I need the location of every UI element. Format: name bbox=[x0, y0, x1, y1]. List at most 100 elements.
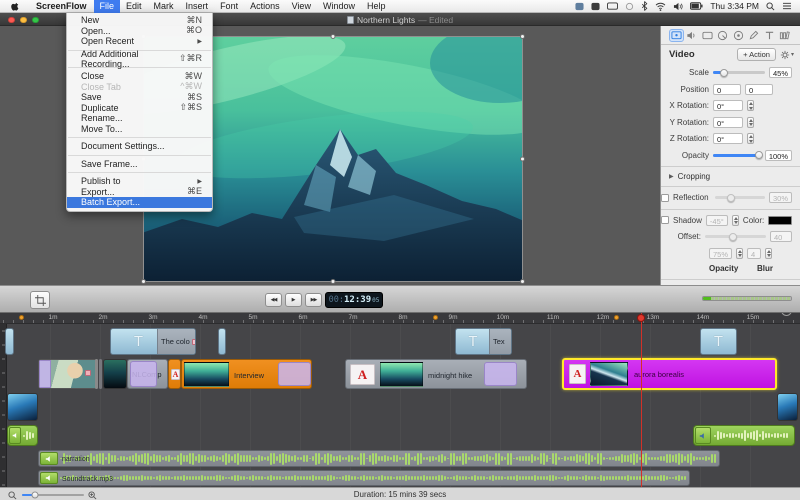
selection-handle[interactable] bbox=[520, 34, 525, 39]
selection-handle[interactable] bbox=[520, 157, 525, 162]
audio-clip-narration[interactable]: narration bbox=[38, 450, 720, 467]
reflection-value-field[interactable]: 30% bbox=[769, 192, 792, 203]
menu-item-save-frame[interactable]: Save Frame... bbox=[67, 159, 212, 170]
fast-forward-button[interactable]: ▶▶ bbox=[305, 293, 322, 307]
shadow-blur-field[interactable]: 4 bbox=[747, 248, 761, 259]
offset-value-field[interactable]: 40 bbox=[770, 231, 792, 242]
menu-font[interactable]: Font bbox=[214, 0, 244, 13]
rewind-button[interactable]: ◀◀ bbox=[265, 293, 282, 307]
menu-help[interactable]: Help bbox=[361, 0, 392, 13]
text-clip-the-colors[interactable]: T The colo bbox=[110, 328, 196, 355]
timeline-marker-icon[interactable] bbox=[614, 315, 619, 320]
tab-callout[interactable] bbox=[715, 29, 730, 42]
battery-menu-icon[interactable] bbox=[690, 2, 703, 10]
menu-item-document-settings[interactable]: Document Settings... bbox=[67, 141, 212, 152]
z-rotation-stepper[interactable] bbox=[747, 133, 754, 144]
menu-item-save[interactable]: Save⌘S bbox=[67, 92, 212, 103]
bluetooth-menu-icon[interactable] bbox=[641, 1, 648, 11]
video-clip-nlcomp[interactable]: NLComp bbox=[127, 359, 168, 389]
selection-handle[interactable] bbox=[331, 279, 336, 284]
menu-item-new[interactable]: New⌘N bbox=[67, 15, 212, 26]
menu-item-export[interactable]: Export...⌘E bbox=[67, 187, 212, 198]
shadow-color-swatch[interactable] bbox=[768, 216, 792, 225]
tab-audio[interactable] bbox=[684, 29, 699, 42]
playhead[interactable] bbox=[641, 313, 642, 487]
menu-item-open[interactable]: Open...⌘O bbox=[67, 26, 212, 37]
timeline[interactable]: 1m2m3m4m5m6m7m8m9m10m11m12m13m14m15m T T… bbox=[0, 313, 800, 487]
x-rotation-field[interactable]: 0° bbox=[713, 100, 743, 111]
menu-item-batch-export[interactable]: Batch Export... bbox=[67, 197, 212, 208]
text-clip-sliver[interactable] bbox=[5, 328, 14, 355]
menu-file[interactable]: File bbox=[94, 0, 121, 13]
shadow-opacity-stepper[interactable] bbox=[736, 248, 743, 259]
text-clip-sliver[interactable] bbox=[218, 328, 226, 355]
video-clip-blue-aurora[interactable] bbox=[7, 393, 38, 421]
clip-sliver[interactable] bbox=[99, 359, 102, 389]
shadow-opacity-field[interactable]: 75% bbox=[709, 248, 732, 259]
scale-slider[interactable] bbox=[713, 71, 765, 74]
opacity-slider[interactable] bbox=[713, 154, 761, 157]
tab-touch-callout[interactable] bbox=[731, 29, 746, 42]
menu-edit[interactable]: Edit bbox=[120, 0, 148, 13]
transition-overlay[interactable] bbox=[130, 361, 157, 387]
video-clip-midnight-hike[interactable]: A midnight hike bbox=[345, 359, 527, 389]
shadow-angle-stepper[interactable] bbox=[732, 215, 739, 226]
clip-sliver[interactable] bbox=[95, 359, 98, 389]
menu-item-rename[interactable]: Rename... bbox=[67, 113, 212, 124]
video-clip-blue-aurora[interactable] bbox=[777, 393, 798, 421]
video-clip-person[interactable] bbox=[38, 359, 98, 389]
video-clip-annotation[interactable]: A bbox=[168, 359, 181, 389]
menu-mark[interactable]: Mark bbox=[148, 0, 180, 13]
y-rotation-stepper[interactable] bbox=[747, 117, 754, 128]
y-rotation-field[interactable]: 0° bbox=[713, 117, 743, 128]
volume-menu-icon[interactable] bbox=[673, 2, 683, 11]
menu-actions[interactable]: Actions bbox=[244, 0, 286, 13]
menu-insert[interactable]: Insert bbox=[180, 0, 215, 13]
add-action-button[interactable]: + Action bbox=[737, 48, 776, 61]
menu-item-add-additional-recording[interactable]: Add Additional Recording...⇧⌘R bbox=[67, 54, 212, 65]
app-menu-screenflow[interactable]: ScreenFlow bbox=[29, 0, 94, 13]
text-clip[interactable]: T bbox=[700, 328, 737, 355]
timeline-marker-icon[interactable] bbox=[433, 315, 438, 320]
cropping-disclosure[interactable]: ▶ Cropping bbox=[661, 172, 800, 181]
video-clip-aurora-borealis-selected[interactable]: A aurora borealis bbox=[562, 358, 777, 390]
shadow-checkbox[interactable] bbox=[661, 216, 669, 224]
offset-slider[interactable] bbox=[705, 235, 766, 238]
menu-item-open-recent[interactable]: Open Recent▶ bbox=[67, 36, 212, 47]
menu-item-duplicate[interactable]: Duplicate⇧⌘S bbox=[67, 103, 212, 114]
opacity-value-field[interactable]: 100% bbox=[765, 150, 792, 161]
menu-item-close[interactable]: Close⌘W bbox=[67, 71, 212, 82]
menu-view[interactable]: View bbox=[286, 0, 317, 13]
menu-item-publish-to[interactable]: Publish to▶ bbox=[67, 176, 212, 187]
tab-screen-recording[interactable] bbox=[700, 29, 715, 42]
wifi-menu-icon[interactable] bbox=[655, 2, 666, 11]
inspector-gear-menu[interactable]: ▾ bbox=[780, 50, 794, 60]
tab-annotations[interactable] bbox=[746, 29, 761, 42]
play-button[interactable]: ▶ bbox=[285, 293, 302, 307]
z-rotation-field[interactable]: 0° bbox=[713, 133, 743, 144]
spotlight-icon[interactable] bbox=[766, 2, 775, 11]
menu-window[interactable]: Window bbox=[317, 0, 361, 13]
selection-handle[interactable] bbox=[331, 34, 336, 39]
position-x-field[interactable]: 0 bbox=[713, 84, 741, 95]
x-rotation-stepper[interactable] bbox=[747, 100, 754, 111]
audio-clip-small[interactable] bbox=[7, 425, 38, 446]
audio-clip-soundtrack[interactable]: Soundtrack.mp3 bbox=[38, 470, 690, 486]
scale-value-field[interactable]: 45% bbox=[769, 67, 792, 78]
shadow-blur-stepper[interactable] bbox=[765, 248, 772, 259]
shadow-angle-field[interactable]: -45° bbox=[706, 215, 728, 226]
audio-clip-right[interactable] bbox=[693, 425, 795, 446]
selection-handle[interactable] bbox=[141, 279, 146, 284]
status-app-icon[interactable] bbox=[591, 2, 600, 11]
transition-overlay[interactable] bbox=[39, 360, 51, 388]
transition-overlay[interactable] bbox=[484, 362, 517, 386]
reflection-checkbox[interactable] bbox=[661, 194, 669, 202]
transition-overlay[interactable] bbox=[278, 362, 311, 386]
playhead-handle[interactable] bbox=[637, 314, 645, 322]
display-menu-icon[interactable] bbox=[607, 2, 618, 11]
position-y-field[interactable]: 0 bbox=[745, 84, 773, 95]
menu-item-move-to[interactable]: Move To... bbox=[67, 124, 212, 135]
video-clip-interview[interactable]: Interview bbox=[181, 359, 312, 389]
crop-tool-button[interactable] bbox=[30, 291, 50, 309]
tab-media-library[interactable] bbox=[777, 29, 792, 42]
